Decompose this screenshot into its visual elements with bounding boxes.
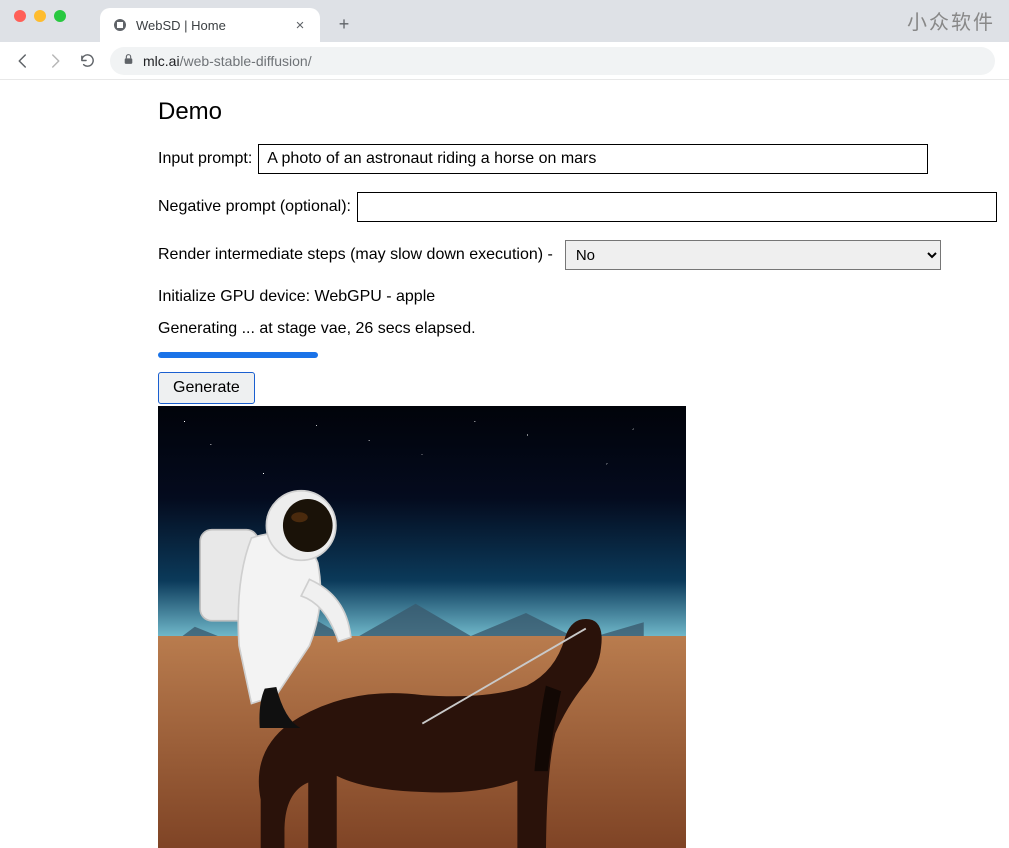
nav-back-button[interactable]: [14, 52, 32, 70]
browser-tab-active[interactable]: WebSD | Home ×: [100, 8, 320, 42]
input-prompt-label: Input prompt:: [158, 150, 252, 168]
progress-bar: [158, 352, 318, 358]
nav-forward-button[interactable]: [46, 52, 64, 70]
render-steps-label: Render intermediate steps (may slow down…: [158, 246, 553, 264]
new-tab-button[interactable]: +: [330, 10, 358, 38]
nav-reload-button[interactable]: [78, 52, 96, 70]
browser-tabstrip: WebSD | Home × + 小众软件: [0, 0, 1009, 42]
window-zoom-icon[interactable]: [54, 10, 66, 22]
negative-prompt-label: Negative prompt (optional):: [158, 198, 351, 216]
window-close-icon[interactable]: [14, 10, 26, 22]
window-minimize-icon[interactable]: [34, 10, 46, 22]
watermark-text: 小众软件: [907, 6, 995, 35]
render-steps-row: Render intermediate steps (may slow down…: [158, 240, 1009, 270]
negative-prompt-field[interactable]: [357, 192, 997, 222]
url-path: /web-stable-diffusion/: [180, 53, 312, 69]
address-text: mlc.ai/web-stable-diffusion/: [143, 53, 312, 69]
generate-button[interactable]: Generate: [158, 372, 255, 404]
page-heading: Demo: [158, 98, 1009, 126]
address-bar[interactable]: mlc.ai/web-stable-diffusion/: [110, 47, 995, 75]
tab-close-icon[interactable]: ×: [292, 17, 308, 33]
gpu-status-text: Initialize GPU device: WebGPU - apple: [158, 288, 1009, 306]
render-steps-select[interactable]: No: [565, 240, 941, 270]
page-content: Demo Input prompt: Negative prompt (opti…: [0, 80, 1009, 848]
browser-toolbar: mlc.ai/web-stable-diffusion/: [0, 42, 1009, 80]
input-prompt-field[interactable]: [258, 144, 928, 174]
url-host: mlc.ai: [143, 53, 180, 69]
tab-title: WebSD | Home: [136, 18, 284, 33]
window-traffic-lights: [14, 0, 66, 42]
lock-icon: [122, 53, 135, 69]
generation-status-text: Generating ... at stage vae, 26 secs ela…: [158, 320, 1009, 338]
negative-prompt-row: Negative prompt (optional):: [158, 192, 1009, 222]
generated-image: [158, 406, 686, 848]
input-prompt-row: Input prompt:: [158, 144, 1009, 174]
tab-favicon-icon: [112, 17, 128, 33]
